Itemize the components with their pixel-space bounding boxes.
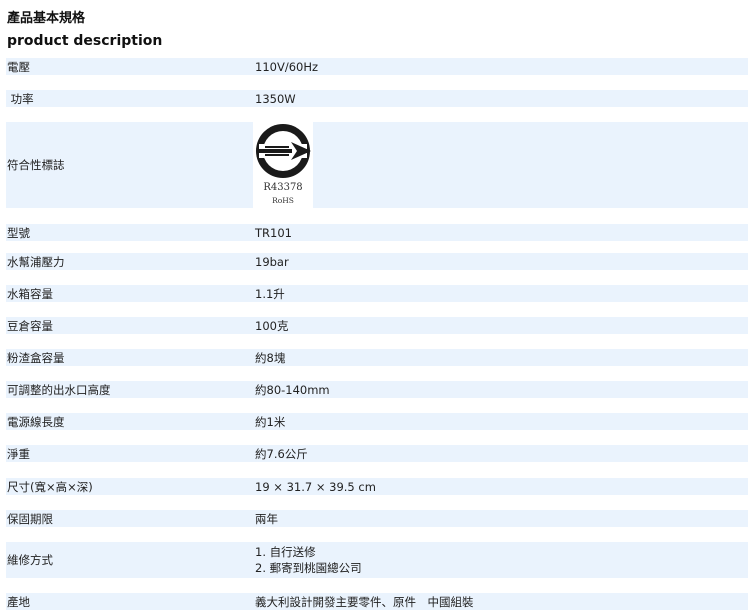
bsmi-certification-mark-icon [256,124,311,178]
row-band [6,445,748,462]
row-band [6,478,748,495]
spec-value: 約7.6公斤 [255,447,308,461]
spec-value-line: 2. 郵寄到桃園總公司 [255,561,362,575]
spec-label: 維修方式 [7,553,53,567]
certification-mark: R43378 RoHS [253,122,313,208]
row-band [6,381,748,398]
spec-value: 1350W [255,92,296,106]
spec-label: 粉渣盒容量 [7,351,65,365]
row-band [6,510,748,527]
row-band [6,58,748,75]
row-band [6,542,748,578]
spec-label: 豆倉容量 [7,319,53,333]
page-title-english: product description [7,33,163,49]
spec-value: 約80-140mm [255,383,330,397]
spec-value-line: 1. 自行送修 [255,545,316,559]
spec-label: 型號 [7,226,30,240]
row-band [6,122,748,208]
certification-number: R43378 [263,182,303,193]
row-band [6,285,748,302]
row-band [6,413,748,430]
spec-value: TR101 [255,226,292,240]
spec-value: 19 × 31.7 × 39.5 cm [255,480,376,494]
spec-label: 電壓 [7,60,30,74]
row-band [6,317,748,334]
spec-value: 1.1升 [255,287,285,301]
row-band [6,224,748,241]
spec-value: 義大利設計開發主要零件、原件 中國組裝 [255,595,474,609]
spec-label: 電源線長度 [7,415,65,429]
spec-value: 約1米 [255,415,286,429]
spec-label: 符合性標誌 [7,158,65,172]
spec-value: 約8塊 [255,351,286,365]
row-band [6,253,748,270]
page-title-chinese: 產品基本規格 [7,11,86,26]
spec-label: 淨重 [7,447,30,461]
spec-label: 產地 [7,595,30,609]
spec-label: 水幫浦壓力 [7,255,65,269]
row-band [6,349,748,366]
spec-label: 保固期限 [7,512,53,526]
rohs-label: RoHS [272,196,294,205]
spec-label: 功率 [7,92,34,106]
spec-value: 100克 [255,319,289,333]
spec-value: 兩年 [255,512,278,526]
spec-value: 110V/60Hz [255,60,319,74]
spec-label: 水箱容量 [7,287,53,301]
spec-value-lines: 1. 自行送修 2. 郵寄到桃園總公司 [255,544,362,576]
spec-label: 可調整的出水口高度 [7,383,111,397]
row-band [6,90,748,107]
spec-value: 19bar [255,255,289,269]
spec-label: 尺寸(寬×高×深) [7,480,93,494]
